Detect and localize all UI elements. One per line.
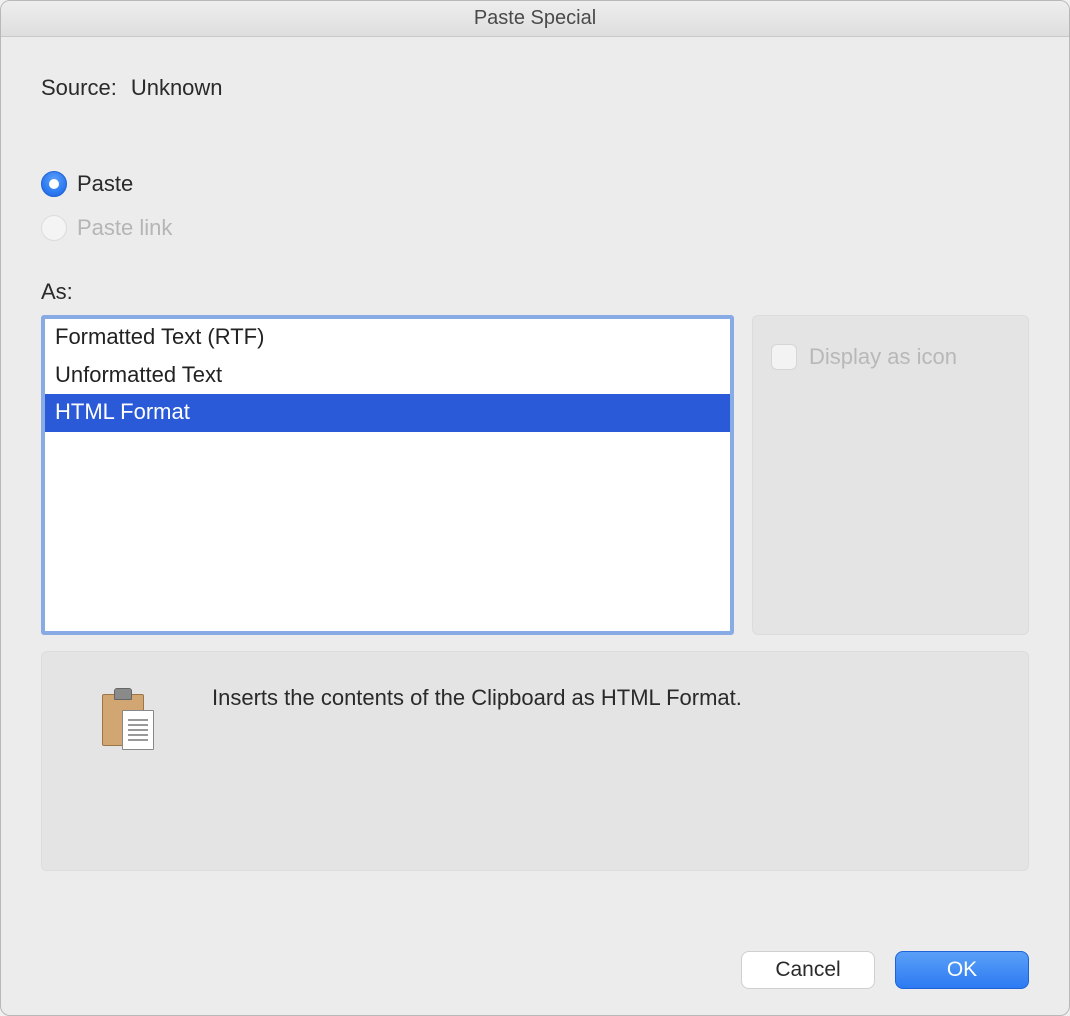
info-panel: Inserts the contents of the Clipboard as… — [41, 651, 1029, 871]
list-item[interactable]: Unformatted Text — [45, 357, 730, 395]
list-item[interactable]: Formatted Text (RTF) — [45, 319, 730, 357]
cancel-button[interactable]: Cancel — [741, 951, 875, 989]
radio-paste-link-row: Paste link — [41, 215, 1029, 241]
radio-paste-link — [41, 215, 67, 241]
info-text: Inserts the contents of the Clipboard as… — [212, 682, 742, 713]
radio-paste-link-label: Paste link — [77, 215, 172, 241]
display-as-icon-label: Display as icon — [809, 344, 957, 370]
radio-paste-row[interactable]: Paste — [41, 171, 1029, 197]
clipboard-icon — [102, 688, 156, 752]
paste-mode-radio-group: Paste Paste link — [41, 171, 1029, 259]
dialog-button-row: Cancel OK — [1, 925, 1069, 1015]
window-titlebar: Paste Special — [1, 1, 1069, 37]
middle-row: Formatted Text (RTF) Unformatted Text HT… — [41, 315, 1029, 635]
display-as-icon-panel: Display as icon — [752, 315, 1029, 635]
source-row: Source: Unknown — [41, 75, 1029, 101]
as-label: As: — [41, 279, 1029, 305]
source-label: Source: — [41, 75, 117, 101]
dialog-content: Source: Unknown Paste Paste link As: For… — [1, 37, 1069, 925]
source-value: Unknown — [131, 75, 223, 101]
display-as-icon-checkbox — [771, 344, 797, 370]
display-as-icon-row: Display as icon — [771, 344, 957, 370]
list-item[interactable]: HTML Format — [45, 394, 730, 432]
format-listbox[interactable]: Formatted Text (RTF) Unformatted Text HT… — [41, 315, 734, 635]
ok-button[interactable]: OK — [895, 951, 1029, 989]
radio-paste[interactable] — [41, 171, 67, 197]
radio-paste-label: Paste — [77, 171, 133, 197]
window-title: Paste Special — [474, 7, 596, 30]
paste-special-dialog: Paste Special Source: Unknown Paste Past… — [0, 0, 1070, 1016]
